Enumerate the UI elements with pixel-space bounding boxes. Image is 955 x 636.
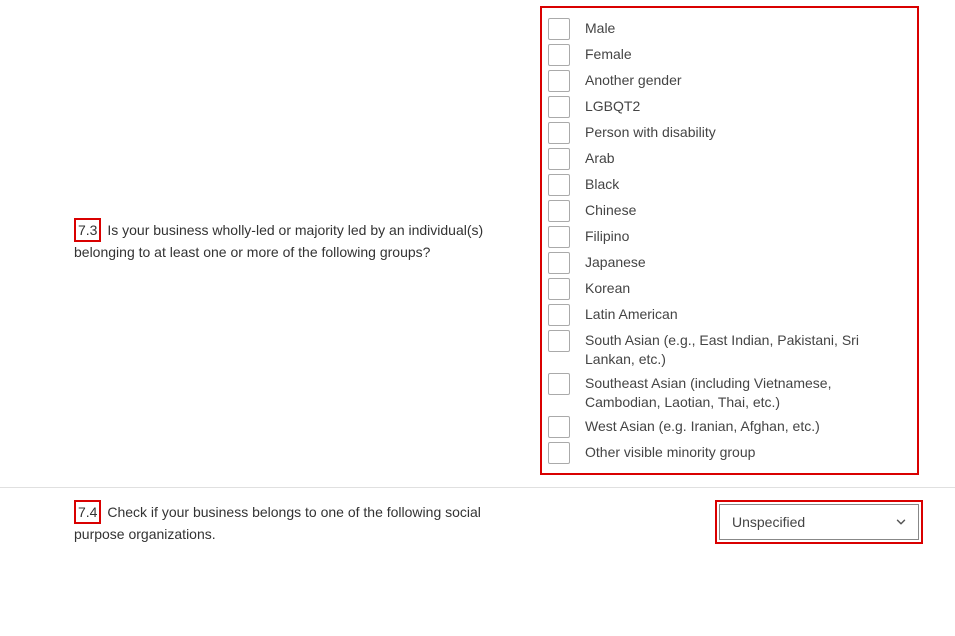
checkbox[interactable] <box>548 442 570 464</box>
checkbox-group-7-3: Male Female Another gender LGBQT2 Person wit… <box>540 6 919 475</box>
checkbox-row: Person with disability <box>548 121 907 144</box>
checkbox-row: LGBQT2 <box>548 95 907 118</box>
checkbox-label: South Asian (e.g., East Indian, Pakistan… <box>585 329 907 369</box>
question-7-3-answers: Male Female Another gender LGBQT2 Person wit… <box>540 6 955 475</box>
question-7-4-row: 7.4 Check if your business belongs to on… <box>0 487 955 551</box>
checkbox-label: Japanese <box>585 251 907 272</box>
checkbox[interactable] <box>548 330 570 352</box>
checkbox-row: West Asian (e.g. Iranian, Afghan, etc.) <box>548 415 907 438</box>
checkbox-row: Arab <box>548 147 907 170</box>
checkbox-row: Another gender <box>548 69 907 92</box>
checkbox-row: Female <box>548 43 907 66</box>
checkbox[interactable] <box>548 174 570 196</box>
checkbox-label: Korean <box>585 277 907 298</box>
checkbox[interactable] <box>548 200 570 222</box>
checkbox[interactable] <box>548 278 570 300</box>
checkbox-row: Latin American <box>548 303 907 326</box>
checkbox-row: Chinese <box>548 199 907 222</box>
checkbox[interactable] <box>548 148 570 170</box>
checkbox-label: Latin American <box>585 303 907 324</box>
checkbox[interactable] <box>548 96 570 118</box>
question-7-3-row: 7.3 Is your business wholly-led or major… <box>0 0 955 481</box>
checkbox-label: LGBQT2 <box>585 95 907 116</box>
question-7-3-number: 7.3 <box>74 218 101 242</box>
checkbox-row: Japanese <box>548 251 907 274</box>
checkbox-row: Korean <box>548 277 907 300</box>
checkbox-label: Female <box>585 43 907 64</box>
select-value: Unspecified <box>732 514 805 530</box>
checkbox-row: Southeast Asian (including Vietnamese, C… <box>548 372 907 412</box>
question-7-3-cell: 7.3 Is your business wholly-led or major… <box>0 218 540 263</box>
checkbox[interactable] <box>548 44 570 66</box>
checkbox-label: Southeast Asian (including Vietnamese, C… <box>585 372 907 412</box>
checkbox[interactable] <box>548 122 570 144</box>
chevron-down-icon <box>894 515 908 529</box>
checkbox-row: Filipino <box>548 225 907 248</box>
social-purpose-select[interactable]: Unspecified <box>719 504 919 540</box>
checkbox-row: Other visible minority group <box>548 441 907 464</box>
question-7-4-text: Check if your business belongs to one of… <box>74 504 481 542</box>
checkbox-row: Black <box>548 173 907 196</box>
select-wrap-7-4: Unspecified <box>540 504 919 540</box>
checkbox-label: Another gender <box>585 69 907 90</box>
checkbox-row: South Asian (e.g., East Indian, Pakistan… <box>548 329 907 369</box>
checkbox-label: Other visible minority group <box>585 441 907 462</box>
checkbox-label: West Asian (e.g. Iranian, Afghan, etc.) <box>585 415 907 436</box>
checkbox-label: Person with disability <box>585 121 907 142</box>
checkbox[interactable] <box>548 373 570 395</box>
checkbox-label: Male <box>585 17 907 38</box>
checkbox[interactable] <box>548 70 570 92</box>
checkbox-label: Chinese <box>585 199 907 220</box>
question-7-4-number: 7.4 <box>74 500 101 524</box>
question-7-4-answers: Unspecified <box>540 504 955 540</box>
checkbox[interactable] <box>548 304 570 326</box>
checkbox[interactable] <box>548 416 570 438</box>
checkbox[interactable] <box>548 252 570 274</box>
checkbox-label: Filipino <box>585 225 907 246</box>
question-7-3-text: Is your business wholly-led or majority … <box>74 222 483 260</box>
checkbox[interactable] <box>548 18 570 40</box>
question-7-4-cell: 7.4 Check if your business belongs to on… <box>0 500 540 545</box>
checkbox[interactable] <box>548 226 570 248</box>
checkbox-label: Arab <box>585 147 907 168</box>
checkbox-row: Male <box>548 17 907 40</box>
checkbox-label: Black <box>585 173 907 194</box>
